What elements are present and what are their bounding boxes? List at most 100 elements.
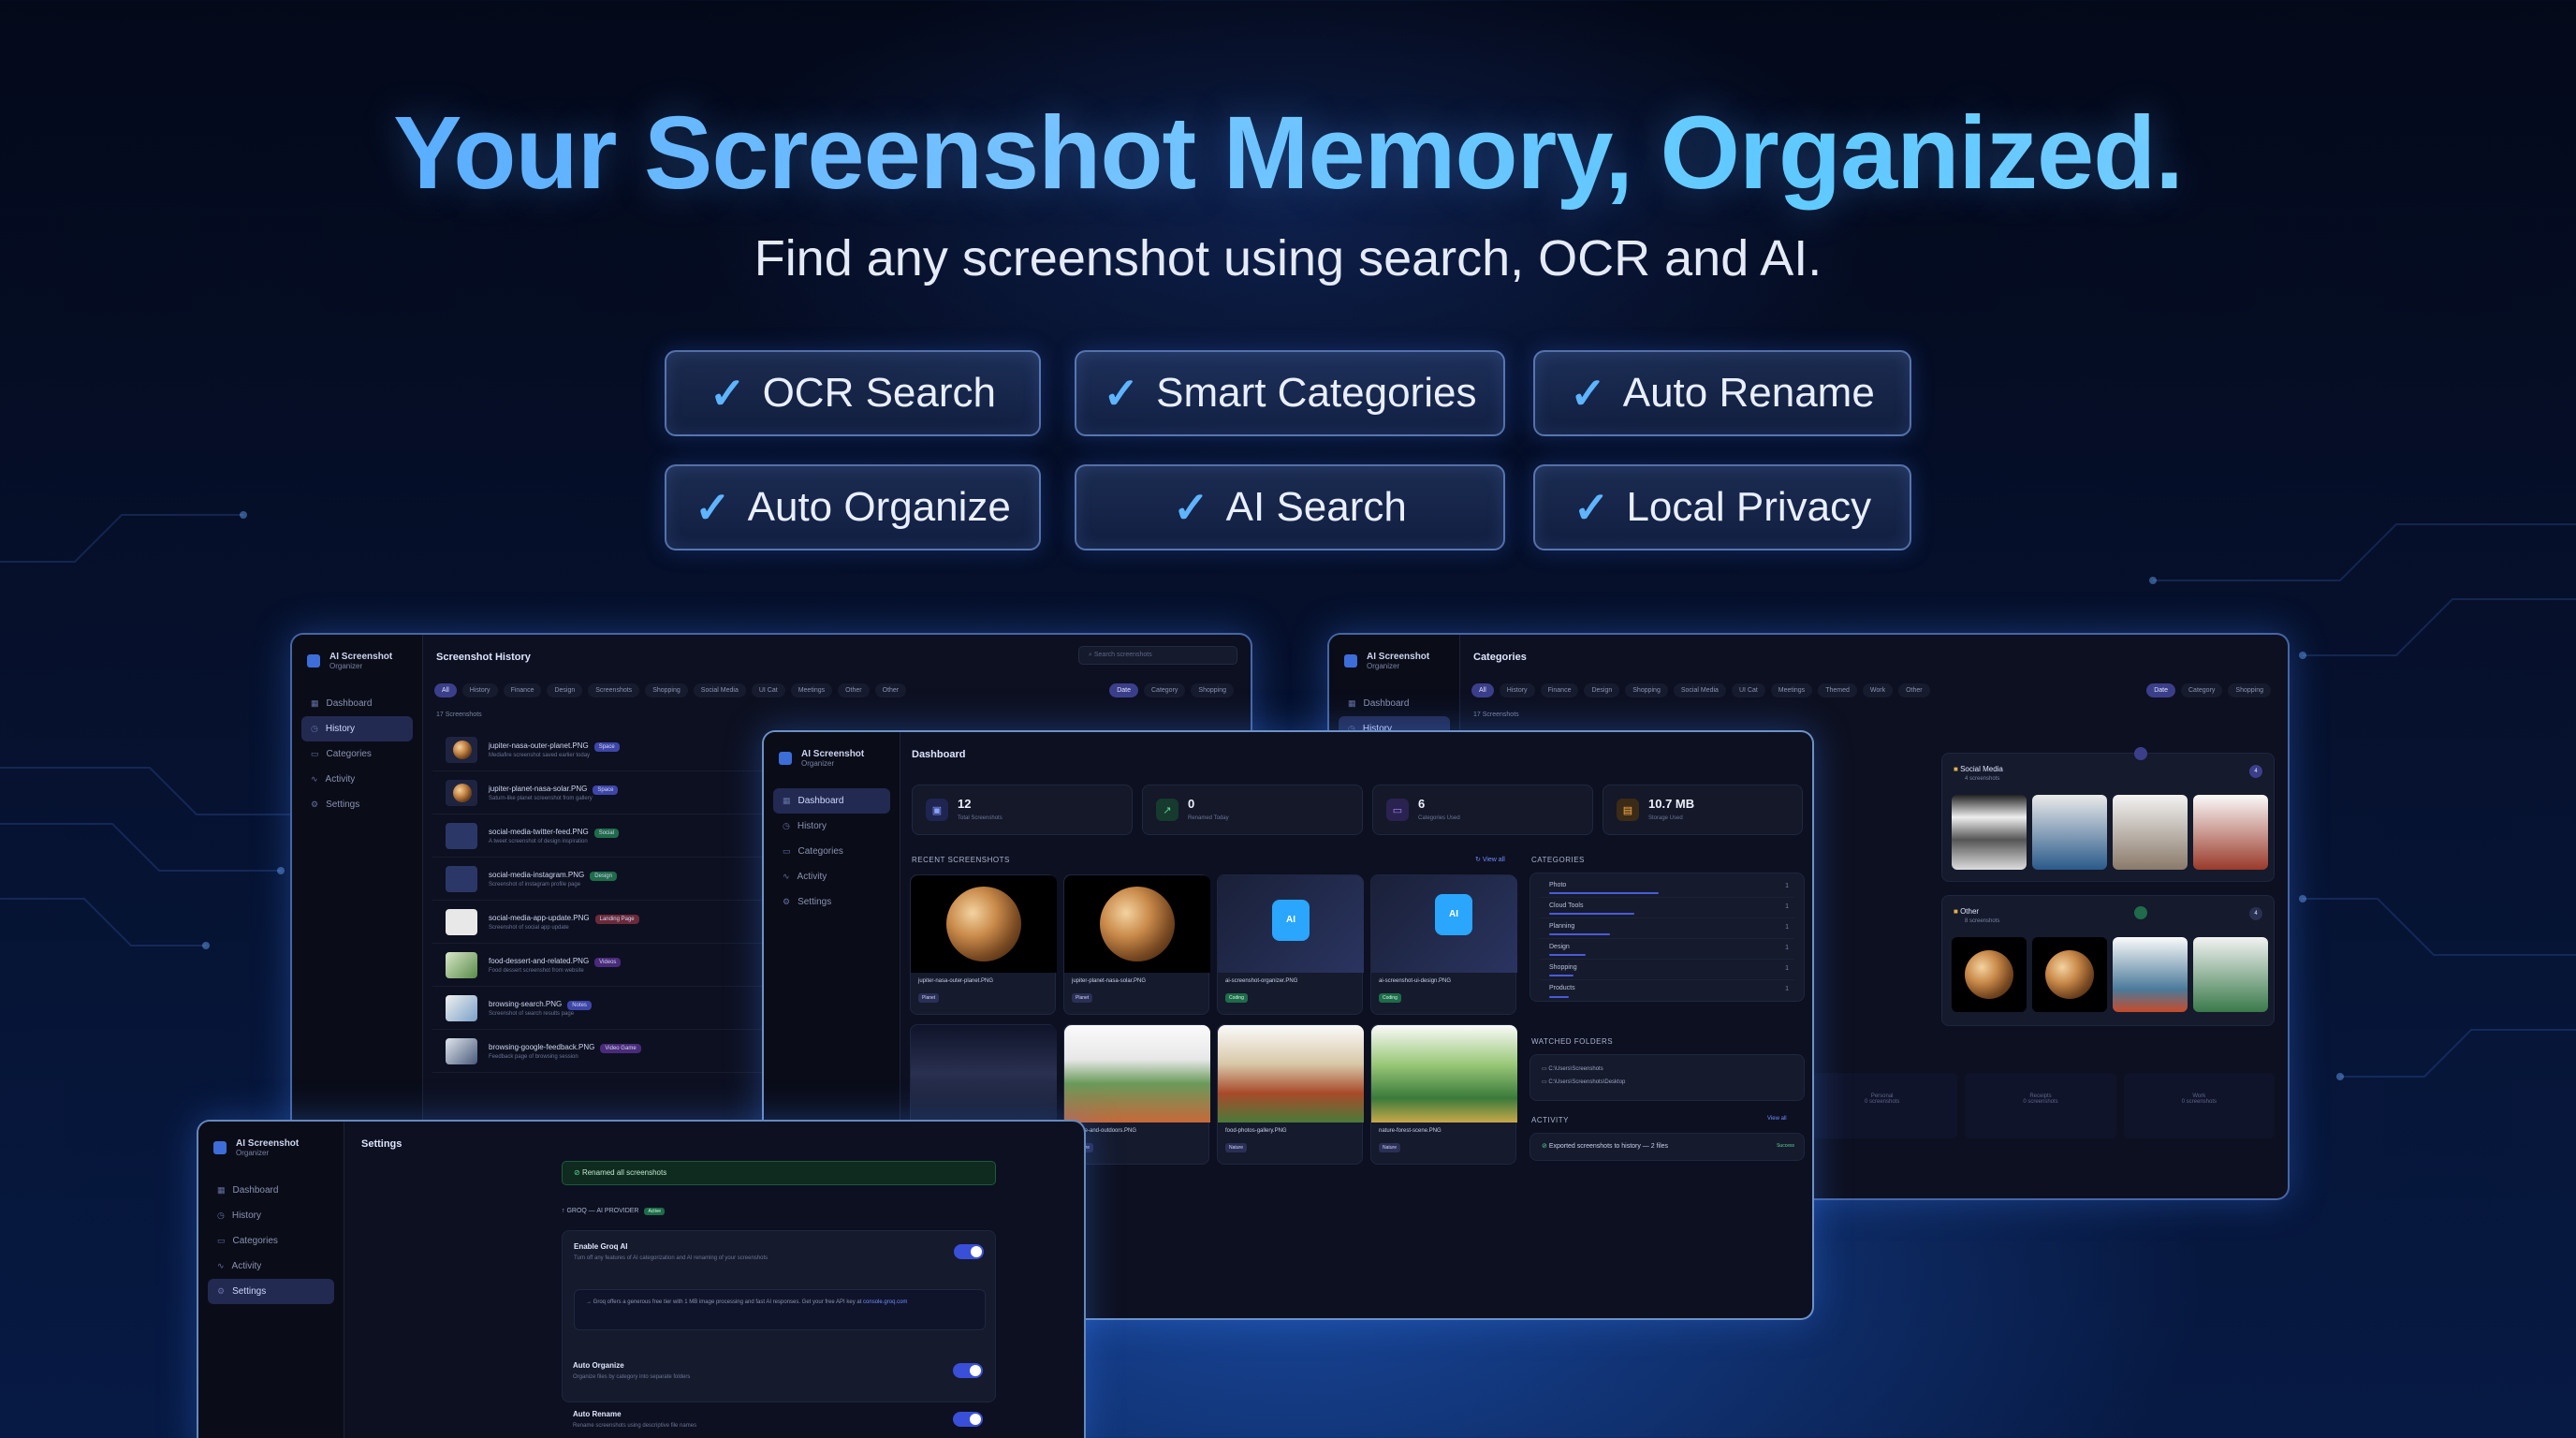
view-all-link[interactable]: View all xyxy=(1767,1116,1787,1122)
filter-chip[interactable]: Shopping xyxy=(1625,683,1668,697)
sidebar-label: Dashboard xyxy=(232,1185,279,1196)
filter-chip[interactable]: Themed xyxy=(1818,683,1857,697)
activity-item[interactable]: ⊘ Exported screenshots to history — 2 fi… xyxy=(1530,1133,1805,1161)
category-count: 1 xyxy=(1785,945,1789,951)
tag-badge: Notes xyxy=(567,1000,592,1010)
app-name: AI Screenshot xyxy=(236,1138,300,1149)
refresh-icon: ↻ xyxy=(1475,857,1483,863)
sort-chip[interactable]: Date xyxy=(2146,683,2175,697)
screenshot-card[interactable]: AI ai-screenshot-organizer.PNG Coding xyxy=(1217,874,1364,1015)
category-row[interactable]: Photo 1 xyxy=(1540,879,1794,898)
category-name: Social Media xyxy=(1960,765,2003,773)
sidebar-item-dashboard[interactable]: ▦ Dashboard xyxy=(1339,691,1450,716)
enable-groq-toggle[interactable] xyxy=(954,1244,984,1259)
category-card[interactable]: ■ Other 8 screenshots 4 xyxy=(1941,895,2275,1026)
file-meta: Mediafire screenshot saved earlier today xyxy=(489,752,591,758)
screenshot-card[interactable]: AI ai-screenshot-ui-design.PNG Coding xyxy=(1370,874,1517,1015)
screenshot-card[interactable]: food-photos-gallery.PNG Nature xyxy=(1217,1024,1364,1165)
sidebar-item-dashboard[interactable]: ▦ Dashboard xyxy=(208,1178,334,1203)
screenshot-card[interactable]: jupiter-nasa-outer-planet.PNG Planet xyxy=(910,874,1057,1015)
filter-chip[interactable]: Shopping xyxy=(645,683,688,697)
sidebar-item-categories[interactable]: ▭ Categories xyxy=(773,839,890,864)
tag-badge: Landing Page xyxy=(594,914,639,924)
search-input[interactable]: ⌕ Search screenshots xyxy=(1078,646,1237,665)
filter-chip[interactable]: Work xyxy=(1862,683,1894,697)
filter-chip[interactable]: Screenshots xyxy=(588,683,640,697)
search-placeholder: Search screenshots xyxy=(1093,652,1152,658)
sidebar-item-categories[interactable]: ▭ Categories xyxy=(301,741,413,767)
category-name: Shopping xyxy=(1549,964,1577,971)
app-tagline: Organizer xyxy=(329,662,363,670)
sidebar-item-activity[interactable]: ∿ Activity xyxy=(301,767,413,792)
setting-desc: Turn off any features of AI categorizati… xyxy=(574,1255,768,1261)
sidebar-item-categories[interactable]: ▭ Categories xyxy=(208,1228,334,1254)
folder-path: C:\Users\Screenshots xyxy=(1548,1066,1603,1072)
category-row[interactable]: Shopping 1 xyxy=(1540,961,1794,980)
screenshot-card[interactable]: nature-forest-scene.PNG Nature xyxy=(1370,1024,1517,1165)
filter-chip[interactable]: Social Media xyxy=(1673,683,1726,697)
check-icon: ✓ xyxy=(695,483,731,532)
sidebar-item-activity[interactable]: ∿ Activity xyxy=(208,1254,334,1279)
filter-chip[interactable]: Meetings xyxy=(1770,683,1813,697)
thumbnail xyxy=(1952,937,2027,1012)
filter-chip[interactable]: UI Cat xyxy=(1731,683,1765,697)
sort-chip[interactable]: Category xyxy=(1144,683,1186,697)
app-brand: AI Screenshot Organizer xyxy=(1329,635,1459,687)
category-name: Other xyxy=(1960,907,1980,916)
sidebar-item-activity[interactable]: ∿ Activity xyxy=(773,864,890,889)
filter-bar: All History Finance Design Shopping Social Me… xyxy=(1471,680,2276,697)
filter-chip[interactable]: History xyxy=(461,683,498,697)
filter-chip[interactable]: Finance xyxy=(1540,683,1579,697)
sidebar-item-settings[interactable]: ⚙ Settings xyxy=(773,889,890,915)
sort-chip[interactable]: Shopping xyxy=(2228,683,2271,697)
app-brand: AI Screenshot Organizer xyxy=(292,635,422,687)
sidebar-item-history[interactable]: ◷ History xyxy=(208,1203,334,1228)
category-card[interactable]: Receipts 0 screenshots xyxy=(1965,1073,2116,1138)
view-all-link[interactable]: ↻ View all xyxy=(1475,856,1505,863)
sort-chip[interactable]: Category xyxy=(2181,683,2223,697)
sidebar-item-history[interactable]: ◷ History xyxy=(773,814,890,839)
sidebar-item-dashboard[interactable]: ▦ Dashboard xyxy=(301,691,413,716)
api-key-link[interactable]: console.groq.com xyxy=(863,1299,907,1305)
filter-chip[interactable]: All xyxy=(434,683,457,697)
filter-chip[interactable]: Other xyxy=(1898,683,1930,697)
stat-card: ▣ 12 Total Screenshots xyxy=(912,785,1133,835)
category-row[interactable]: Design 1 xyxy=(1540,941,1794,960)
sort-chip[interactable]: Shopping xyxy=(1191,683,1234,697)
filter-chip[interactable]: Design xyxy=(1584,683,1620,697)
category-card[interactable]: ■ Social Media 4 screenshots 4 xyxy=(1941,753,2275,882)
grid-icon: ▦ xyxy=(311,698,319,708)
filter-chip[interactable]: Finance xyxy=(503,683,542,697)
watched-folder[interactable]: ▭ C:\Users\Screenshots\Desktop xyxy=(1542,1076,1793,1089)
file-name: jupiter-planet-nasa-solar.PNG xyxy=(1072,978,1147,984)
category-row[interactable]: Planning 1 xyxy=(1540,920,1794,939)
file-name: ai-screenshot-ui-design.PNG xyxy=(1379,978,1452,984)
count-badge xyxy=(2134,747,2147,760)
sidebar-item-settings[interactable]: ⚙ Settings xyxy=(301,792,413,817)
check-icon: ✓ xyxy=(1570,369,1606,418)
filter-chip[interactable]: History xyxy=(1499,683,1535,697)
sort-chip[interactable]: Date xyxy=(1109,683,1138,697)
sidebar-item-history[interactable]: ◷ History xyxy=(301,716,413,741)
filter-bar: All History Finance Design Screenshots Shoppi… xyxy=(434,680,1239,697)
category-card[interactable]: Personal 0 screenshots xyxy=(1807,1073,1958,1138)
setting-desc: Organize files by category into separate… xyxy=(573,1374,691,1380)
sidebar-item-dashboard[interactable]: ▦ Dashboard xyxy=(773,788,890,814)
auto-rename-toggle[interactable] xyxy=(953,1412,983,1427)
filter-chip[interactable]: All xyxy=(1471,683,1494,697)
category-row[interactable]: Products 1 xyxy=(1540,982,1794,1001)
filter-chip[interactable]: UI Cat xyxy=(751,683,785,697)
category-row[interactable]: Cloud Tools 1 xyxy=(1540,900,1794,918)
category-card[interactable]: Work 0 screenshots xyxy=(2123,1073,2275,1138)
filter-chip[interactable]: Design xyxy=(547,683,583,697)
filter-chip[interactable]: Meetings xyxy=(790,683,833,697)
screenshot-card[interactable]: jupiter-planet-nasa-solar.PNG Planet xyxy=(1063,874,1210,1015)
filter-chip[interactable]: Other xyxy=(874,683,907,697)
filter-chip[interactable]: Other xyxy=(838,683,870,697)
stat-label: Total Screenshots xyxy=(958,815,1003,821)
feature-label: Smart Categories xyxy=(1156,370,1477,416)
sidebar-item-settings[interactable]: ⚙ Settings xyxy=(208,1279,334,1304)
watched-folder[interactable]: ▭ C:\Users\Screenshots xyxy=(1542,1063,1793,1076)
filter-chip[interactable]: Social Media xyxy=(693,683,746,697)
auto-organize-toggle[interactable] xyxy=(953,1363,983,1378)
